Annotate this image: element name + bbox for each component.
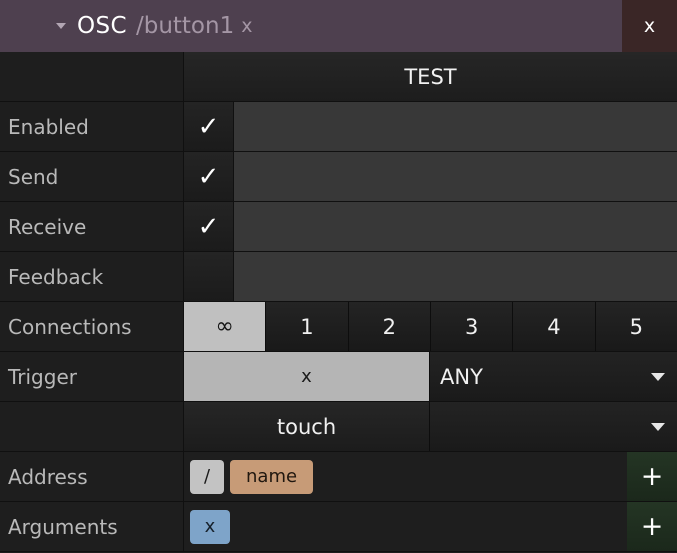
arguments-chip-list: x [184,502,627,551]
table-row-arguments: Arguments x + [0,502,677,552]
osc-properties-panel: OSC /button1 x x TEST Enabled ✓ Send ✓ R… [0,0,677,553]
connections-option-5[interactable]: 5 [595,302,677,351]
connections-option-4[interactable]: 4 [513,302,596,351]
row-label-address: Address [0,452,184,502]
triangle-down-icon[interactable] [56,23,66,29]
row-filler-feedback [234,252,677,301]
checkbox-send[interactable]: ✓ [184,152,234,201]
row-cells-address: / name + [184,452,677,502]
connections-option-infinite[interactable]: ∞ [184,302,267,351]
add-argument-button[interactable]: + [627,502,677,551]
row-cells-trigger: x ANY [184,352,677,402]
table-row-address: Address / name + [0,452,677,502]
argument-chip-x[interactable]: x [190,509,230,544]
table-row-send: Send ✓ [0,152,677,202]
titlebar: OSC /button1 x x [0,0,677,52]
connections-option-1[interactable]: 1 [266,302,349,351]
row-label-connections: Connections [0,302,184,352]
osc-path-label: /button1 [135,13,235,39]
row-label-send: Send [0,152,184,202]
checkbox-feedback[interactable] [184,252,234,301]
address-chip-name[interactable]: name [230,459,314,494]
row-cells-arguments: x + [184,502,677,552]
trigger-mode-dropdown[interactable]: ANY [430,352,677,401]
row-label-trigger: Trigger [0,352,184,402]
table-row-receive: Receive ✓ [0,202,677,252]
column-header-test: TEST [184,52,677,102]
row-label-feedback: Feedback [0,252,184,302]
checkbox-enabled[interactable]: ✓ [184,102,234,151]
row-filler-receive [234,202,677,251]
trigger-source-button[interactable]: x [184,352,430,401]
row-cells-send: ✓ [184,152,677,202]
row-cells-feedback [184,252,677,302]
table-header-row: TEST [0,52,677,102]
row-cells-enabled: ✓ [184,102,677,152]
row-cells-receive: ✓ [184,202,677,252]
address-chip-slash[interactable]: / [190,459,224,494]
row-label-trigger-secondary [0,402,184,452]
checkbox-receive[interactable]: ✓ [184,202,234,251]
header-corner-cell [0,52,184,102]
row-label-receive: Receive [0,202,184,252]
table-row-trigger-secondary: touch [0,402,677,452]
trigger-mode-value: ANY [440,364,483,389]
connections-segmented-control: ∞ 1 2 3 4 5 [184,302,677,352]
chevron-down-icon [651,372,665,381]
row-cells-trigger-secondary: touch [184,402,677,452]
table-row-trigger: Trigger x ANY [0,352,677,402]
table-row-connections: Connections ∞ 1 2 3 4 5 [0,302,677,352]
table-row-feedback: Feedback [0,252,677,302]
connections-option-2[interactable]: 2 [348,302,431,351]
close-button[interactable]: x [622,0,677,52]
table-row-enabled: Enabled ✓ [0,102,677,152]
osc-argument-label: x [241,15,253,37]
infinity-icon: ∞ [215,314,234,339]
chevron-down-icon [651,422,665,431]
address-chip-list: / name [184,452,627,501]
row-filler-enabled [234,102,677,151]
row-filler-send [234,152,677,201]
trigger-secondary-dropdown[interactable] [430,402,677,451]
properties-grid: TEST Enabled ✓ Send ✓ Receive ✓ Feedback… [0,52,677,553]
row-label-arguments: Arguments [0,502,184,552]
row-label-enabled: Enabled [0,102,184,152]
protocol-label: OSC [77,13,127,39]
add-address-segment-button[interactable]: + [627,452,677,501]
titlebar-title-group[interactable]: OSC /button1 x [0,0,622,52]
connections-option-3[interactable]: 3 [430,302,514,351]
trigger-touch-button[interactable]: touch [184,402,430,451]
